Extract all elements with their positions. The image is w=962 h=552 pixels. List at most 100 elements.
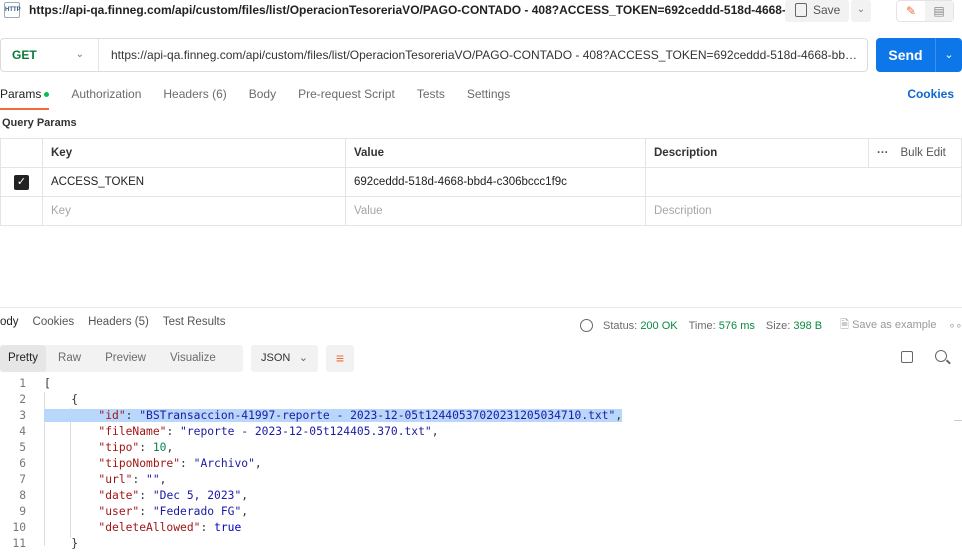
tab-response-headers[interactable]: Headers (5) — [88, 316, 149, 328]
url-input[interactable]: https://api-qa.finneg.com/api/custom/fil… — [99, 48, 867, 62]
code-line: 3 "id": "BSTransaccion-41997-reporte - 2… — [0, 408, 962, 424]
table-header-row: Key Value Description ··· Bulk Edit — [0, 138, 962, 168]
status-label: Status: — [603, 319, 638, 332]
line-number: 6 — [19, 457, 26, 470]
tab-body[interactable]: Body — [249, 86, 276, 110]
code-line: 6 "tipoNombre": "Archivo", — [0, 456, 962, 472]
view-visualize[interactable]: Visualize — [158, 345, 228, 372]
json-punct: , — [254, 457, 262, 470]
param-key[interactable]: ACCESS_TOKEN — [42, 167, 346, 197]
edit-pencil-icon[interactable]: ✎ — [897, 1, 925, 21]
request-title[interactable]: https://api-qa.finneg.com/api/custom/fil… — [29, 3, 811, 17]
send-dropdown-chevron-icon[interactable]: ⌄ — [936, 38, 962, 72]
save-dropdown-chevron-icon[interactable]: ⌄ — [851, 0, 871, 22]
json-value: 10 — [152, 441, 167, 454]
description-header: Description — [645, 138, 869, 168]
key-placeholder[interactable]: Key — [42, 196, 346, 226]
chevron-down-icon: ⌄ — [75, 49, 84, 60]
pane-divider[interactable] — [0, 307, 962, 308]
line-number: 2 — [19, 393, 26, 406]
table-row: ✓ ACCESS_TOKEN 692ceddd-518d-4668-bbd4-c… — [0, 167, 962, 197]
response-tabs: ody Cookies Headers (5) Test Results — [0, 316, 239, 328]
tab-pre-request-script[interactable]: Pre-request Script — [298, 86, 395, 110]
cookies-link[interactable]: Cookies — [907, 87, 954, 101]
code-line: 5 "tipo": 10, — [0, 440, 962, 456]
search-icon[interactable] — [935, 350, 947, 362]
tab-authorization[interactable]: Authorization — [71, 86, 141, 110]
line-number: 3 — [19, 409, 26, 422]
line-number: 11 — [12, 537, 26, 550]
code-text: } — [44, 537, 79, 550]
bulk-edit-label: Bulk Edit — [900, 147, 946, 159]
url-bar: GET ⌄ https://api-qa.finneg.com/api/custo… — [0, 38, 868, 72]
json-punct: , — [166, 441, 174, 454]
line-number: 4 — [19, 425, 26, 438]
tab-test-results[interactable]: Test Results — [163, 316, 226, 328]
tab-label: Params — [0, 87, 42, 101]
save-button[interactable]: Save — [785, 0, 849, 22]
json-value: "Dec 5, 2023" — [152, 489, 242, 502]
tab-tests[interactable]: Tests — [417, 86, 445, 110]
json-key: "url" — [98, 473, 133, 486]
view-preview[interactable]: Preview — [93, 345, 158, 372]
tab-response-cookies[interactable]: Cookies — [33, 316, 75, 328]
line-number: 1 — [19, 377, 26, 390]
response-meta: Status: 200 OK Time: 576 ms Size: 398 B … — [580, 316, 962, 335]
more-icon[interactable]: ··· — [877, 147, 889, 159]
size-value[interactable]: 398 B — [793, 320, 822, 332]
param-value[interactable]: 692ceddd-518d-4668-bbd4-c306bccc1f9c — [345, 167, 646, 197]
code-line: 4 "fileName": "reporte - 2023-12-05t1244… — [0, 424, 962, 440]
view-raw[interactable]: Raw — [46, 345, 93, 372]
code-line: 11 } — [0, 536, 962, 552]
param-description[interactable] — [645, 167, 962, 197]
chevron-down-icon: ⌄ — [298, 352, 308, 364]
code-text: { — [44, 393, 79, 406]
tab-settings[interactable]: Settings — [467, 86, 510, 110]
json-punct: , — [615, 409, 623, 422]
tab-headers[interactable]: Headers (6) — [163, 86, 226, 110]
json-value: "" — [146, 473, 160, 486]
json-value: true — [214, 521, 242, 534]
response-body-code[interactable]: 1[2 {3 "id": "BSTransaccion-41997-report… — [0, 376, 962, 552]
json-key: "id" — [98, 409, 126, 422]
query-params-table: Key Value Description ··· Bulk Edit ✓ ACC… — [0, 138, 962, 226]
save-icon — [795, 3, 807, 17]
code-line: 9 "user": "Federado FG", — [0, 504, 962, 520]
send-button[interactable]: Send — [876, 38, 936, 72]
json-key: "deleteAllowed" — [98, 521, 201, 534]
wrap-lines-icon[interactable]: ≡ — [326, 345, 354, 372]
size-label: Size: — [765, 319, 791, 332]
value-placeholder[interactable]: Value — [345, 196, 646, 226]
time-label: Time: — [688, 319, 716, 332]
globe-icon[interactable] — [580, 319, 593, 332]
status-value[interactable]: 200 OK — [640, 320, 677, 332]
description-placeholder[interactable]: Description — [645, 196, 962, 226]
tab-params[interactable]: Params — [0, 86, 50, 110]
query-params-title: Query Params — [2, 117, 77, 129]
tab-response-body[interactable]: ody — [0, 316, 19, 328]
view-pretty[interactable]: Pretty — [0, 345, 47, 372]
time-value[interactable]: 576 ms — [719, 320, 755, 332]
json-key: "date" — [98, 489, 140, 502]
format-label: JSON — [261, 352, 291, 364]
send-button-group: Send ⌄ — [876, 38, 962, 72]
line-number: 8 — [19, 489, 26, 502]
save-as-example-button[interactable]: 🗎 Save as example — [840, 316, 936, 335]
json-punct: , — [241, 505, 249, 518]
format-select[interactable]: JSON ⌄ — [251, 345, 318, 372]
json-value: "reporte - 2023-12-05t124405.370.txt" — [180, 425, 432, 438]
json-punct: , — [159, 473, 167, 486]
copy-icon[interactable] — [901, 351, 913, 363]
json-key: "tipoNombre" — [98, 457, 181, 470]
bulk-edit-button[interactable]: ··· Bulk Edit — [868, 138, 962, 168]
view-mode-segment: Pretty Raw Preview Visualize — [0, 345, 243, 372]
http-icon: HTTP — [4, 2, 21, 18]
json-value: "Federado FG" — [152, 505, 242, 518]
json-punct: , — [241, 489, 249, 502]
method-select[interactable]: GET ⌄ — [1, 39, 99, 71]
more-options-icon[interactable]: ∘∘∘ — [948, 319, 962, 332]
line-number: 7 — [19, 473, 26, 486]
checkbox-header — [0, 138, 43, 168]
documentation-icon[interactable]: ▤ — [925, 1, 953, 21]
param-checkbox[interactable]: ✓ — [14, 174, 29, 190]
